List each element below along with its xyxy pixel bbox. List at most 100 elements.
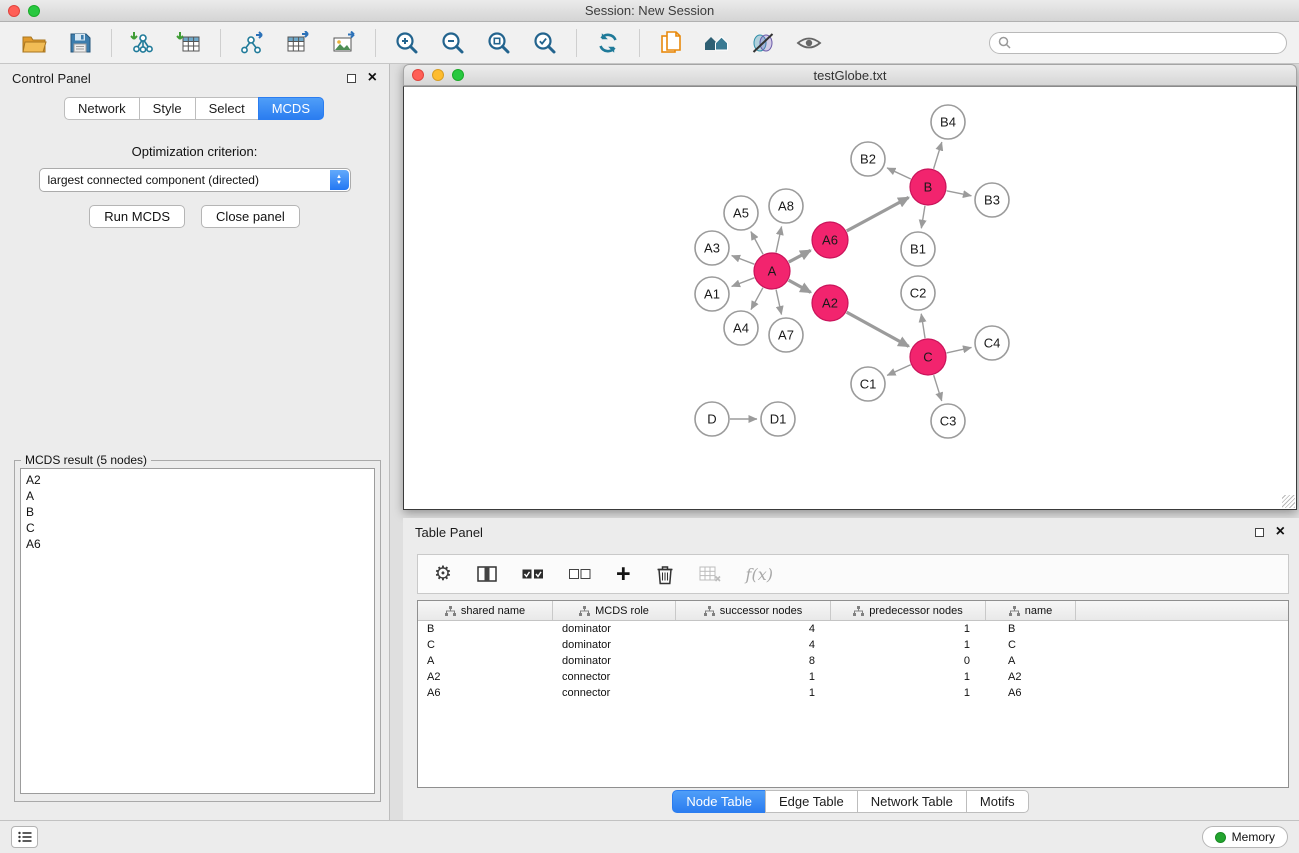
column-type-icon <box>1009 606 1020 616</box>
result-item[interactable]: B <box>26 504 369 520</box>
result-item[interactable]: A6 <box>26 536 369 552</box>
eye-button[interactable] <box>787 26 831 60</box>
search-input[interactable] <box>1016 36 1278 50</box>
column-header-predecessor-nodes[interactable]: predecessor nodes <box>831 601 986 620</box>
table-row[interactable]: Cdominator41C <box>418 637 1288 653</box>
table-settings-button[interactable]: ⚙ <box>434 564 452 584</box>
home-button[interactable] <box>695 26 739 60</box>
result-item[interactable]: A <box>26 488 369 504</box>
show-column-button[interactable] <box>477 565 497 583</box>
graph-edge[interactable] <box>921 206 925 229</box>
graph-node-label: A2 <box>822 296 838 311</box>
graphics-details-button[interactable] <box>741 26 785 60</box>
select-all-columns-button[interactable] <box>522 569 544 580</box>
graph-edge[interactable] <box>789 250 811 262</box>
graph-edge[interactable] <box>934 375 942 401</box>
table-row[interactable]: Adominator80A <box>418 653 1288 669</box>
tab-network[interactable]: Network <box>64 97 140 120</box>
graph-edge[interactable] <box>847 197 909 230</box>
unchecked-boxes-icon <box>569 569 591 580</box>
delete-column-button[interactable] <box>656 564 674 585</box>
optimization-criterion-label: Optimization criterion: <box>0 144 389 159</box>
close-table-panel-icon[interactable]: × <box>1276 526 1285 538</box>
tab-edge-table[interactable]: Edge Table <box>765 790 858 813</box>
graph-node-label: C3 <box>940 414 957 429</box>
column-header-mcds-role[interactable]: MCDS role <box>553 601 676 620</box>
create-column-button[interactable]: + <box>616 562 631 587</box>
column-header-successor-nodes[interactable]: successor nodes <box>676 601 831 620</box>
float-table-panel-icon[interactable] <box>1255 528 1264 537</box>
export-network-button[interactable] <box>230 26 274 60</box>
function-builder-button[interactable]: f(x) <box>746 565 773 584</box>
graphics-details-icon <box>750 31 776 55</box>
table-row[interactable]: A6connector11A6 <box>418 685 1288 701</box>
table-row[interactable]: Bdominator41B <box>418 621 1288 637</box>
graph-edge[interactable] <box>887 365 911 376</box>
close-panel-button[interactable]: Close panel <box>201 205 300 228</box>
graph-edge[interactable] <box>947 347 972 352</box>
import-table-button[interactable] <box>167 26 211 60</box>
zoom-selected-button[interactable] <box>523 26 567 60</box>
network-canvas[interactable]: B4B2BB3A5A8A6A3B1AC2A1A2A4A7C4CC1DD1C3 <box>403 86 1297 510</box>
tab-mcds[interactable]: MCDS <box>258 97 324 120</box>
result-item[interactable]: C <box>26 520 369 536</box>
tab-node-table[interactable]: Node Table <box>672 790 766 813</box>
clone-network-button[interactable] <box>649 26 693 60</box>
tab-network-table[interactable]: Network Table <box>857 790 967 813</box>
table-cell: A6 <box>986 685 1076 701</box>
eye-icon <box>796 34 822 52</box>
network-window-title: testGlobe.txt <box>404 68 1296 83</box>
graph-edge[interactable] <box>947 191 972 196</box>
result-item[interactable]: A2 <box>26 472 369 488</box>
resize-grip[interactable] <box>1282 495 1295 508</box>
control-panel: Control Panel × Network Style Select MCD… <box>0 64 390 820</box>
open-session-button[interactable] <box>12 26 56 60</box>
graph-edge[interactable] <box>887 168 911 179</box>
float-panel-icon[interactable] <box>347 74 356 83</box>
run-mcds-button[interactable]: Run MCDS <box>89 205 185 228</box>
save-session-button[interactable] <box>58 26 102 60</box>
open-folder-icon <box>21 31 47 55</box>
zoom-selected-icon <box>532 30 558 56</box>
graph-node-label: B1 <box>910 242 926 257</box>
graph-edge[interactable] <box>732 278 755 287</box>
toolbar-separator <box>576 29 577 57</box>
graph-edge[interactable] <box>921 314 925 338</box>
zoom-fit-button[interactable] <box>477 26 521 60</box>
tab-style[interactable]: Style <box>139 97 196 120</box>
column-header-shared-name[interactable]: shared name <box>418 601 553 620</box>
graph-edge[interactable] <box>776 227 782 253</box>
zoom-out-button[interactable] <box>431 26 475 60</box>
graph-edge[interactable] <box>751 288 763 310</box>
memory-button[interactable]: Memory <box>1202 826 1288 848</box>
table-cell: A <box>418 653 553 669</box>
tab-motifs[interactable]: Motifs <box>966 790 1029 813</box>
column-type-icon <box>853 606 864 616</box>
close-panel-icon[interactable]: × <box>368 72 377 84</box>
import-network-button[interactable] <box>121 26 165 60</box>
deselect-all-columns-button[interactable] <box>569 569 591 580</box>
criterion-dropdown[interactable]: largest connected component (directed) ▲… <box>39 168 351 192</box>
export-image-button[interactable] <box>322 26 366 60</box>
table-cell: connector <box>553 685 676 701</box>
tab-select[interactable]: Select <box>195 97 259 120</box>
graph-node-label: A1 <box>704 287 720 302</box>
graph-node-label: A <box>768 264 777 279</box>
graph-edge[interactable] <box>776 290 781 315</box>
column-header-name[interactable]: name <box>986 601 1076 620</box>
table-row[interactable]: A2connector11A2 <box>418 669 1288 685</box>
graph-edge[interactable] <box>751 232 763 255</box>
graph-edge[interactable] <box>847 312 909 346</box>
apply-layout-button[interactable] <box>586 26 630 60</box>
table-panel-header: Table Panel × <box>403 518 1299 546</box>
window-title: Session: New Session <box>0 3 1299 18</box>
mcds-result-list[interactable]: A2ABCA6 <box>20 468 375 794</box>
graph-edge[interactable] <box>732 256 755 265</box>
panel-menu-button[interactable] <box>11 826 38 848</box>
graph-edge[interactable] <box>789 280 811 292</box>
column-type-icon <box>704 606 715 616</box>
graph-edge[interactable] <box>934 142 942 169</box>
zoom-in-button[interactable] <box>385 26 429 60</box>
export-table-button[interactable] <box>276 26 320 60</box>
graph-node-label: B4 <box>940 115 956 130</box>
